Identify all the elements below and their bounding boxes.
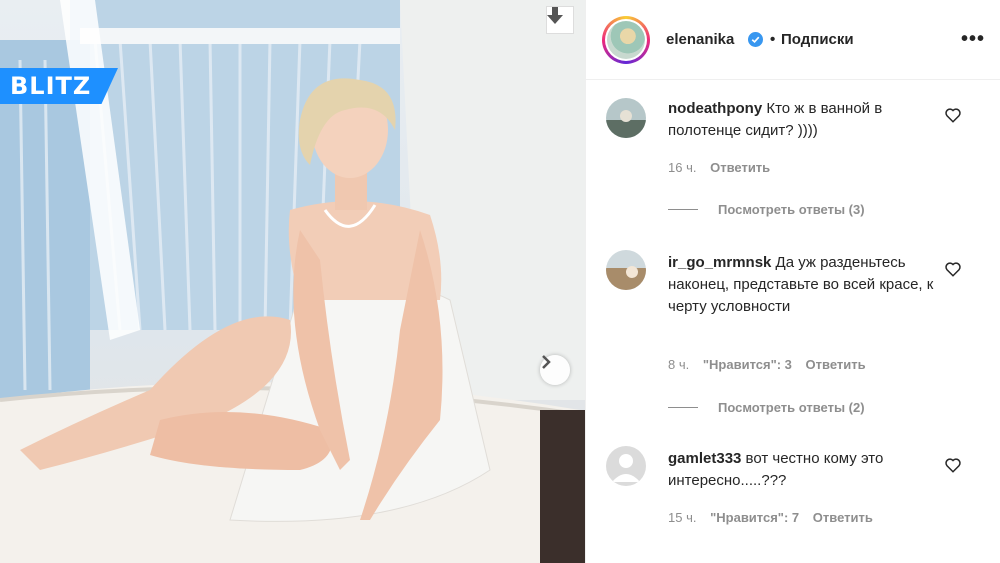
- next-image-button[interactable]: [540, 355, 570, 385]
- chevron-right-icon: [542, 355, 551, 369]
- likes-count[interactable]: "Нравится": 7: [710, 510, 799, 525]
- comment-time: 8 ч.: [668, 357, 690, 372]
- download-arrow-icon: [547, 7, 563, 24]
- following-button[interactable]: Подписки: [781, 31, 854, 48]
- view-replies-label: Посмотреть ответы (3): [718, 202, 865, 217]
- reply-button[interactable]: Ответить: [710, 160, 770, 175]
- header-username[interactable]: elenanika: [666, 31, 734, 48]
- view-replies-label: Посмотреть ответы (2): [718, 400, 865, 415]
- header-separator: •: [770, 31, 776, 48]
- comment-username[interactable]: gamlet333: [668, 450, 741, 467]
- likes-count[interactable]: "Нравится": 3: [703, 357, 792, 372]
- reply-button[interactable]: Ответить: [806, 357, 866, 372]
- comment-username[interactable]: ir_go_mrmnsk: [668, 254, 771, 271]
- more-options-icon[interactable]: •••: [961, 28, 985, 51]
- download-button[interactable]: [546, 6, 574, 34]
- comment-time: 16 ч.: [668, 160, 697, 175]
- heart-icon[interactable]: [944, 260, 962, 278]
- profile-avatar[interactable]: [602, 16, 650, 64]
- comment-meta: 15 ч. "Нравится": 7 Ответить: [668, 510, 883, 525]
- commenter-avatar[interactable]: [606, 250, 646, 290]
- commenter-avatar[interactable]: [606, 446, 646, 486]
- heart-icon[interactable]: [944, 106, 962, 124]
- comment-meta: 16 ч. Ответить: [668, 160, 780, 175]
- comment-time: 15 ч.: [668, 510, 697, 525]
- post-header: elenanika • Подписки •••: [586, 0, 1000, 80]
- commenter-avatar[interactable]: [606, 98, 646, 138]
- view-replies-button[interactable]: Посмотреть ответы (3): [668, 202, 865, 217]
- post-photo[interactable]: BLITZ: [0, 0, 585, 563]
- comments-panel: elenanika • Подписки ••• nodeathpony Кто…: [585, 0, 1000, 563]
- comment-username[interactable]: nodeathpony: [668, 100, 762, 117]
- verified-badge-icon: [748, 32, 763, 47]
- reply-button[interactable]: Ответить: [813, 510, 873, 525]
- heart-icon[interactable]: [944, 456, 962, 474]
- blitz-logo: BLITZ: [0, 68, 118, 104]
- view-replies-button[interactable]: Посмотреть ответы (2): [668, 400, 865, 415]
- blitz-logo-text: BLITZ: [10, 72, 92, 100]
- comment-meta: 8 ч. "Нравится": 3 Ответить: [668, 357, 876, 372]
